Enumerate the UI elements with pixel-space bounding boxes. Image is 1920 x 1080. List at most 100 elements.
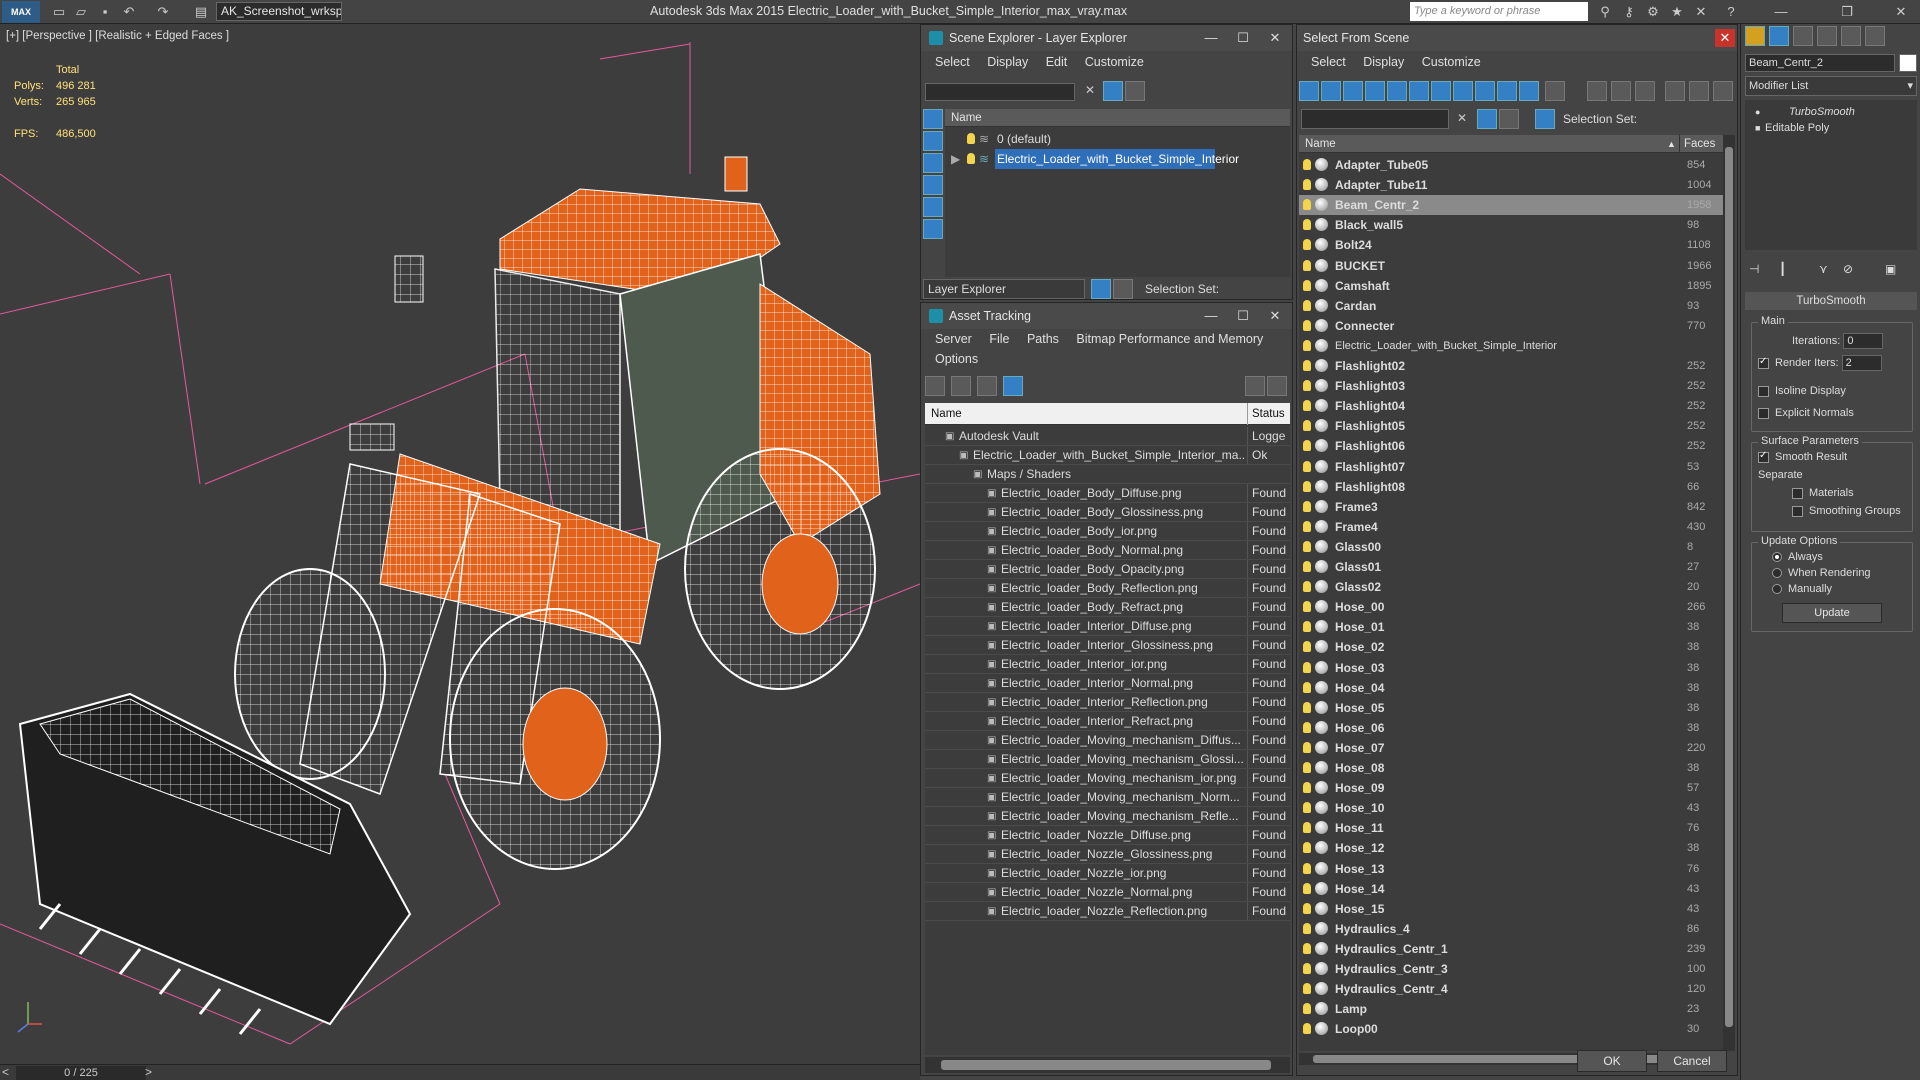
light-bulb-icon[interactable] bbox=[967, 133, 975, 144]
light-bulb-icon[interactable] bbox=[967, 153, 975, 164]
scene-object-row[interactable]: Hydraulics_Centr_1 239 bbox=[1299, 939, 1723, 959]
layer-row[interactable]: ▶ ≋ Electric_Loader_with_Bucket_Simple_I… bbox=[945, 149, 1290, 169]
light-bulb-icon[interactable] bbox=[1303, 963, 1311, 974]
asset-row[interactable]: ▣ Electric_loader_Moving_mechanism_Glossi… bbox=[925, 750, 1290, 769]
asset-row[interactable]: ▣ Electric_loader_Moving_mechanism_Norm..… bbox=[925, 788, 1290, 807]
column-status[interactable]: Status bbox=[1247, 403, 1285, 425]
asset-row[interactable]: ▣ Electric_loader_Body_ior.png Found bbox=[925, 522, 1290, 541]
scene-object-row[interactable]: Frame3 842 bbox=[1299, 497, 1723, 517]
scene-object-row[interactable]: Hydraulics_Centr_4 120 bbox=[1299, 979, 1723, 999]
clear-search-icon[interactable]: ✕ bbox=[1085, 83, 1095, 97]
asset-row[interactable]: ▣ Electric_loader_Interior_Diffuse.png Fou… bbox=[925, 617, 1290, 636]
materials-checkbox[interactable] bbox=[1792, 487, 1803, 499]
bulb-icon[interactable]: ● bbox=[1755, 104, 1760, 120]
help-icon[interactable] bbox=[1245, 376, 1265, 396]
asset-row[interactable]: ▣ Electric_loader_Body_Refract.png Found bbox=[925, 598, 1290, 617]
close-icon[interactable]: ✕ bbox=[1715, 29, 1735, 47]
when-rendering-radio[interactable] bbox=[1772, 568, 1782, 579]
update-button[interactable]: Update bbox=[1782, 603, 1882, 623]
utilities-tab-icon[interactable] bbox=[1865, 26, 1885, 46]
object-color-swatch[interactable] bbox=[1899, 54, 1917, 72]
column-faces[interactable]: Faces bbox=[1679, 135, 1723, 153]
hierarchy-tab-icon[interactable] bbox=[1793, 26, 1813, 46]
expand-arrow-icon[interactable]: ▶ bbox=[951, 149, 960, 169]
asset-row[interactable]: ▣ Autodesk Vault Logge bbox=[925, 427, 1290, 446]
display-cameras-icon[interactable] bbox=[1365, 81, 1385, 101]
scene-object-row[interactable]: BUCKET 1966 bbox=[1299, 256, 1723, 276]
light-bulb-icon[interactable] bbox=[1303, 360, 1311, 371]
scene-object-row[interactable]: Hose_11 76 bbox=[1299, 818, 1723, 838]
display-containers-icon[interactable] bbox=[1497, 81, 1517, 101]
scene-object-row[interactable]: Hose_06 38 bbox=[1299, 718, 1723, 738]
select-invert-icon[interactable] bbox=[1635, 81, 1655, 101]
display-tab-icon[interactable] bbox=[1841, 26, 1861, 46]
scene-list-scrollbar[interactable] bbox=[1723, 135, 1735, 1051]
light-bulb-icon[interactable] bbox=[1303, 822, 1311, 834]
display-lights-icon[interactable] bbox=[1343, 81, 1363, 101]
remove-modifier-icon[interactable]: ⊘ bbox=[1843, 262, 1853, 276]
restore-icon[interactable]: ❐ bbox=[1838, 3, 1856, 21]
menu-edit[interactable]: Edit bbox=[1046, 55, 1068, 69]
display-groups-icon[interactable] bbox=[1431, 81, 1451, 101]
asset-row[interactable]: ▣ Electric_loader_Nozzle_Diffuse.png Found bbox=[925, 826, 1290, 845]
save-icon[interactable]: ▪ bbox=[96, 3, 114, 21]
scene-object-row[interactable]: Hose_10 43 bbox=[1299, 798, 1723, 818]
asset-row[interactable]: ▣ Electric_loader_Body_Reflection.png Foun… bbox=[925, 579, 1290, 598]
asset-row[interactable]: ▣ Electric_Loader_with_Bucket_Simple_Inte… bbox=[925, 446, 1290, 465]
viewport-label[interactable]: [+] [Perspective ] [Realistic + Edged Fa… bbox=[6, 30, 229, 42]
smoothing-groups-checkbox[interactable] bbox=[1792, 505, 1803, 517]
light-bulb-icon[interactable] bbox=[1303, 239, 1311, 251]
asset-row[interactable]: ▣ Electric_loader_Moving_mechanism_Diffus… bbox=[925, 731, 1290, 750]
scene-object-row[interactable]: Lamp 23 bbox=[1299, 999, 1723, 1019]
light-bulb-icon[interactable] bbox=[1303, 721, 1311, 733]
light-bulb-icon[interactable] bbox=[1303, 842, 1311, 854]
scene-object-row[interactable]: Hose_13 76 bbox=[1299, 859, 1723, 879]
workspace-dropdown[interactable]: AK_Screenshot_wrksp bbox=[216, 2, 342, 21]
asset-row[interactable]: ▣ Electric_loader_Body_Diffuse.png Found bbox=[925, 484, 1290, 503]
manually-radio[interactable] bbox=[1772, 584, 1782, 595]
light-bulb-icon[interactable] bbox=[1303, 219, 1311, 231]
help-icon[interactable]: ? bbox=[1722, 3, 1740, 21]
scene-object-row[interactable]: Frame4 430 bbox=[1299, 517, 1723, 537]
asset-row[interactable]: ▣ Electric_loader_Nozzle_Glossiness.png Fo… bbox=[925, 845, 1290, 864]
light-bulb-icon[interactable] bbox=[1303, 400, 1311, 412]
asset-horizontal-scrollbar[interactable] bbox=[925, 1057, 1290, 1073]
maximize-icon[interactable]: ☐ bbox=[1228, 303, 1258, 329]
light-bulb-icon[interactable] bbox=[1303, 922, 1311, 934]
scene-object-row[interactable]: Bolt24 1108 bbox=[1299, 235, 1723, 255]
light-bulb-icon[interactable] bbox=[1303, 741, 1311, 753]
display-helpers-icon[interactable] bbox=[1387, 81, 1407, 101]
favorites-icon[interactable]: ★ bbox=[1668, 3, 1686, 21]
light-bulb-icon[interactable] bbox=[1303, 319, 1311, 331]
scene-object-row[interactable]: Flashlight06 252 bbox=[1299, 436, 1723, 456]
scene-object-row[interactable]: Flashlight05 252 bbox=[1299, 416, 1723, 436]
scrollbar-thumb[interactable] bbox=[1313, 1055, 1709, 1063]
scene-object-row[interactable]: Hydraulics_4 86 bbox=[1299, 919, 1723, 939]
light-bulb-icon[interactable] bbox=[1303, 440, 1311, 452]
display-shapes-icon[interactable] bbox=[1321, 81, 1341, 101]
layer-tool-icon[interactable] bbox=[1125, 81, 1145, 101]
display-helpers-icon[interactable] bbox=[923, 219, 943, 239]
asset-row[interactable]: ▣ Electric_loader_Interior_Refract.png Fou… bbox=[925, 712, 1290, 731]
scene-object-row[interactable]: Hose_07 220 bbox=[1299, 738, 1723, 758]
scene-object-row[interactable]: Electric_Loader_with_Bucket_Simple_Inter… bbox=[1299, 336, 1723, 356]
asset-row[interactable]: ▣ Electric_loader_Body_Glossiness.png Foun… bbox=[925, 503, 1290, 522]
scene-object-row[interactable]: Hose_15 43 bbox=[1299, 899, 1723, 919]
light-bulb-icon[interactable] bbox=[1303, 561, 1311, 572]
menu-display[interactable]: Display bbox=[1363, 55, 1404, 69]
explorer-type-dropdown[interactable]: Layer Explorer bbox=[923, 279, 1085, 299]
configure-sets-icon[interactable]: ▣ bbox=[1885, 262, 1896, 276]
display-spacewarps-icon[interactable] bbox=[1409, 81, 1429, 101]
display-all-icon[interactable] bbox=[923, 131, 943, 151]
scene-object-row[interactable]: Flashlight07 53 bbox=[1299, 457, 1723, 477]
display-bones-icon[interactable] bbox=[1475, 81, 1495, 101]
light-bulb-icon[interactable] bbox=[1303, 1023, 1311, 1035]
scene-object-row[interactable]: Hose_14 43 bbox=[1299, 879, 1723, 899]
light-bulb-icon[interactable] bbox=[1303, 983, 1311, 995]
app-logo[interactable]: MAX bbox=[2, 1, 40, 23]
close-icon[interactable]: ✕ bbox=[1892, 3, 1910, 21]
show-end-result-icon[interactable]: ┃ bbox=[1779, 262, 1786, 276]
light-bulb-icon[interactable] bbox=[1303, 641, 1311, 653]
menu-options[interactable]: Options bbox=[935, 352, 978, 366]
light-bulb-icon[interactable] bbox=[1303, 199, 1311, 211]
